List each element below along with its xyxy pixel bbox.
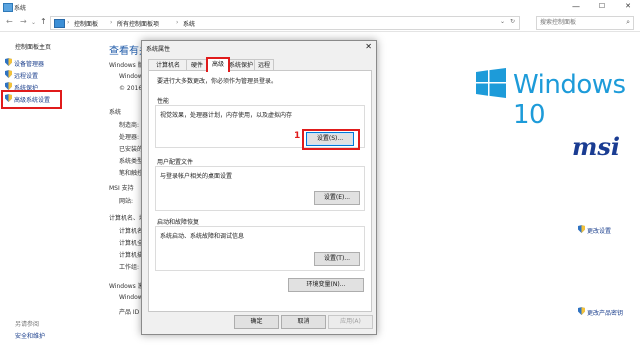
edition-line: Window: [119, 73, 143, 80]
cancel-button[interactable]: 取消: [281, 315, 326, 329]
startup-group-title: 启动和故障恢复: [157, 219, 200, 226]
system-label: 笔和触控: [119, 170, 144, 177]
recent-dropdown-icon[interactable]: ⌄: [31, 19, 36, 26]
shield-icon: [578, 225, 585, 233]
step-marker: 1: [294, 131, 301, 141]
sidebar-item-device-manager[interactable]: 设备管理器: [14, 59, 44, 68]
tab-advanced[interactable]: 高级: [206, 57, 230, 72]
support-section: MSI 支持: [109, 185, 134, 192]
computer-label: 计算机名: [119, 228, 144, 235]
close-button[interactable]: ✕: [619, 2, 637, 12]
edition-section: Windows 版: [109, 62, 144, 69]
breadcrumb-sep: ›: [67, 19, 70, 26]
breadcrumb-control-panel[interactable]: 控制面板: [74, 19, 98, 28]
environment-variables-button[interactable]: 环境变量(N)...: [288, 278, 364, 292]
sidebar: 控制面板主页 设备管理器 远程设置 系统保护 高级系统设置 另请参阅 安全和维护: [0, 32, 105, 349]
computer-label: 计算机全: [119, 240, 144, 247]
performance-group-title: 性能: [157, 98, 170, 105]
shield-icon: [578, 307, 585, 315]
forward-button[interactable]: →: [20, 17, 27, 26]
system-label: 处理器:: [119, 134, 140, 141]
search-icon[interactable]: ⌕: [626, 18, 630, 27]
system-label: 制造商:: [119, 122, 140, 129]
address-bar: ← → ⌄ ↑ › 控制面板 › 所有控制面板项 › 系统 ⌄ ↻ ⌕: [0, 14, 640, 32]
search-input[interactable]: [537, 17, 623, 27]
admin-note: 要进行大多数更改，你必须作为管理员登录。: [157, 78, 278, 85]
title-bar: 系统 — ☐ ✕: [0, 0, 640, 15]
support-label: 网站:: [119, 198, 134, 205]
advanced-tab-panel: 要进行大多数更改，你必须作为管理员登录。 性能 视觉效果，处理器计划，内存使用，…: [148, 70, 372, 312]
windows-brand-text: Windows 10: [513, 70, 626, 130]
edition-line: © 2016: [119, 85, 143, 92]
performance-settings-button[interactable]: 设置(S)...: [306, 132, 354, 146]
change-product-key-link[interactable]: 更改产品密钥: [587, 308, 623, 317]
profiles-group-title: 用户配置文件: [157, 159, 194, 166]
apply-button[interactable]: 应用(A): [328, 315, 373, 329]
system-section: 系统: [109, 109, 122, 116]
sidebar-item-remote[interactable]: 远程设置: [14, 71, 38, 80]
dropdown-chevron-icon[interactable]: ⌄: [500, 18, 505, 25]
minimize-button[interactable]: —: [567, 2, 585, 12]
activation-label: Window: [119, 294, 143, 301]
shield-icon: [5, 94, 12, 102]
startup-desc: 系统启动、系统故障和调试信息: [160, 233, 245, 240]
refresh-icon[interactable]: ↻: [510, 18, 515, 25]
breadcrumb-system[interactable]: 系统: [183, 19, 195, 28]
startup-settings-button[interactable]: 设置(T)...: [314, 252, 360, 266]
see-also-heading: 另请参阅: [15, 321, 40, 328]
system-properties-dialog: 系统属性 ✕ 计算机名 硬件 高级 系统保护 远程 要进行大多数更改，你必须作为…: [141, 40, 377, 335]
msi-logo: msi: [572, 132, 621, 161]
change-settings-link[interactable]: 更改设置: [587, 226, 611, 235]
activation-section: Windows 激: [109, 283, 144, 290]
maximize-button[interactable]: ☐: [593, 2, 611, 12]
shield-icon: [5, 82, 12, 90]
profiles-desc: 与登录帐户相关的桌面设置: [160, 173, 233, 180]
breadcrumb-all-items[interactable]: 所有控制面板项: [117, 19, 159, 28]
activation-label: 产品 ID: [119, 309, 140, 316]
windows-logo-icon: [476, 68, 506, 98]
system-label: 已安装的: [119, 146, 144, 153]
back-button[interactable]: ←: [6, 17, 13, 26]
system-window-icon: [3, 3, 13, 12]
breadcrumb[interactable]: › 控制面板 › 所有控制面板项 › 系统 ⌄ ↻: [50, 16, 520, 30]
sidebar-item-advanced-settings[interactable]: 高级系统设置: [14, 95, 50, 104]
sidebar-home[interactable]: 控制面板主页: [15, 42, 51, 51]
performance-desc: 视觉效果，处理器计划，内存使用，以及虚拟内存: [160, 112, 293, 119]
see-also-security-link[interactable]: 安全和维护: [15, 331, 45, 340]
breadcrumb-sep: ›: [110, 19, 113, 26]
system-label: 系统类型: [119, 158, 144, 165]
breadcrumb-sep: ›: [176, 19, 179, 26]
shield-icon: [5, 70, 12, 78]
control-panel-icon: [54, 19, 65, 28]
up-button[interactable]: ↑: [40, 17, 47, 26]
profiles-settings-button[interactable]: 设置(E)...: [314, 191, 360, 205]
search-box[interactable]: ⌕: [536, 16, 634, 30]
dialog-close-icon[interactable]: ✕: [365, 42, 372, 51]
computer-label: 工作组:: [119, 264, 140, 271]
ok-button[interactable]: 确定: [234, 315, 279, 329]
computer-label: 计算机描: [119, 252, 144, 259]
shield-icon: [5, 58, 12, 66]
window-title: 系统: [14, 5, 27, 12]
dialog-title: 系统属性: [146, 46, 171, 53]
